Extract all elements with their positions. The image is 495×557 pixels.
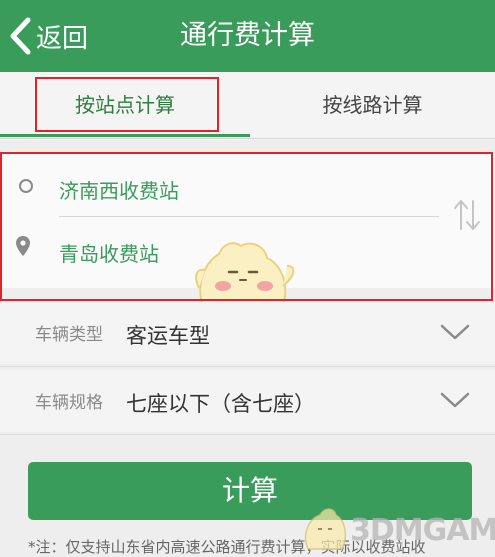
row-divider — [0, 434, 495, 435]
chevron-left-icon — [8, 16, 32, 56]
back-button[interactable]: 返回 — [8, 14, 88, 58]
back-label: 返回 — [36, 23, 89, 54]
swap-arrows-icon[interactable] — [451, 195, 483, 239]
tab-by-station[interactable]: 按站点计算 — [0, 72, 250, 140]
destination-station-field[interactable]: 青岛收费站 — [59, 238, 159, 267]
disclaimer-note: *注：仅支持山东省内高速公路通行费计算，实际以收费站收 — [28, 538, 426, 556]
origin-circle-icon — [19, 179, 33, 193]
vehicle-spec-value: 七座以下（含七座） — [126, 392, 315, 416]
vehicle-type-label: 车辆类型 — [35, 325, 103, 345]
tab-bar: 按站点计算 按线路计算 — [0, 72, 495, 140]
location-pin-icon — [16, 236, 30, 260]
station-divider — [59, 216, 439, 217]
vehicle-type-row[interactable]: 车辆类型 客运车型 — [0, 302, 495, 364]
vehicle-spec-label: 车辆规格 — [35, 393, 103, 413]
calculate-button[interactable]: 计算 — [28, 462, 472, 520]
origin-station-field[interactable]: 济南西收费站 — [59, 175, 179, 204]
active-tab-indicator — [0, 134, 250, 137]
vehicle-type-value: 客运车型 — [126, 324, 210, 348]
tab-by-route[interactable]: 按线路计算 — [250, 72, 495, 140]
tab-divider — [0, 138, 495, 139]
row-divider — [0, 366, 495, 367]
app-header: 返回 通行费计算 — [0, 0, 495, 72]
chevron-down-icon[interactable] — [440, 390, 470, 414]
vehicle-spec-row[interactable]: 车辆规格 七座以下（含七座） — [0, 370, 495, 432]
chevron-down-icon[interactable] — [440, 322, 470, 346]
